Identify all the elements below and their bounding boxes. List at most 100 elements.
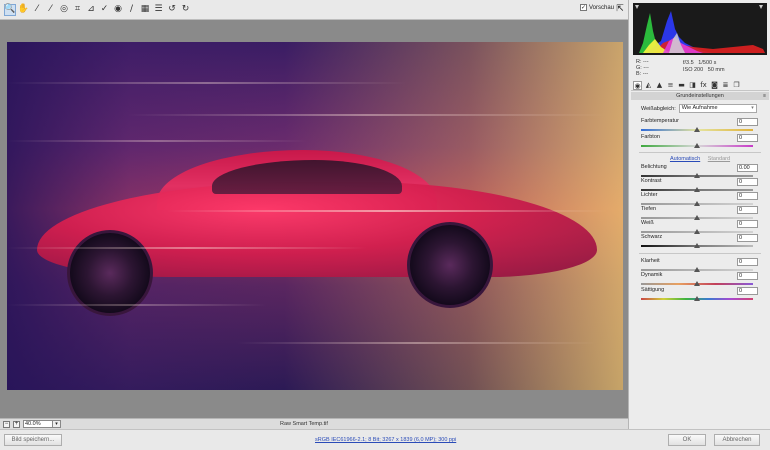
slider-label: Sättigung bbox=[641, 287, 665, 293]
slider-saturation[interactable]: Sättigung 0 bbox=[641, 287, 758, 304]
slider-value[interactable]: 0 bbox=[737, 272, 758, 280]
camera-info: f/3.5 1/500 s ISO 200 50 mm bbox=[683, 60, 725, 74]
slider-knob[interactable] bbox=[694, 243, 700, 248]
slider-value[interactable]: 0 bbox=[737, 234, 758, 242]
preview-checkbox[interactable]: ✓ bbox=[580, 4, 587, 11]
standard-link[interactable]: Standard bbox=[708, 156, 730, 162]
panel-tab-icon[interactable]: ◉ bbox=[633, 80, 642, 90]
straighten-tool-icon[interactable]: ⊿ bbox=[85, 4, 97, 16]
panel-menu-icon[interactable]: ≡ bbox=[763, 92, 766, 100]
front-wheel bbox=[407, 222, 493, 308]
preview-toggle[interactable]: ✓ Vorschau bbox=[580, 4, 614, 11]
slider-value[interactable]: 0 bbox=[737, 287, 758, 295]
b-label: B: bbox=[636, 71, 642, 77]
light-streak bbox=[7, 247, 367, 249]
toolbar: 🔍 ✋ ⁄ ⁄ ◎ ⌗ ⊿ ✓ ◉ ∕ ▦ ☰ ↺ ↻ ✓ Vorschau ⇱ bbox=[0, 0, 628, 20]
panel-tab-icon[interactable]: ❐ bbox=[732, 81, 741, 90]
light-streak bbox=[167, 210, 607, 212]
panel-tab-icon[interactable]: ▬ bbox=[677, 81, 686, 90]
zoom-level-field[interactable]: 40.0% bbox=[23, 420, 53, 428]
white-balance-tool-icon[interactable]: ⁄ bbox=[31, 4, 43, 16]
slider-temp[interactable]: Farbtemperatur 0 bbox=[641, 118, 758, 135]
red-eye-tool-icon[interactable]: ◉ bbox=[112, 4, 124, 16]
light-streak bbox=[237, 342, 597, 344]
highlight-clipping-icon bbox=[759, 5, 763, 9]
slider-label: Belichtung bbox=[641, 164, 667, 170]
zoom-tool-icon[interactable]: 🔍 bbox=[4, 3, 16, 16]
targeted-adjustment-tool-icon[interactable]: ◎ bbox=[58, 4, 70, 16]
panel-tab-icon[interactable]: ◨ bbox=[688, 81, 697, 90]
file-name: Raw Smart Temp.tif bbox=[280, 421, 328, 427]
panel-tab-icon[interactable]: ▲ bbox=[655, 81, 664, 90]
slider-value[interactable]: 0 bbox=[737, 118, 758, 126]
spot-removal-tool-icon[interactable]: ✓ bbox=[99, 4, 111, 16]
slider-label: Farbton bbox=[641, 134, 660, 140]
white-balance-select[interactable]: Wie Aufnahme ▾ bbox=[678, 104, 757, 113]
white-balance-row: Weißabgleich: Wie Aufnahme ▾ bbox=[641, 104, 757, 113]
slider-knob[interactable] bbox=[694, 296, 700, 301]
section-title: Grundeinstellungen bbox=[676, 93, 724, 99]
slider-knob[interactable] bbox=[694, 143, 700, 148]
section-header: Grundeinstellungen ≡ bbox=[631, 92, 769, 100]
photo-preview[interactable] bbox=[7, 42, 623, 390]
rgb-readout: R: --- G: --- B: --- bbox=[636, 59, 649, 77]
slider-label: Lichter bbox=[641, 192, 658, 198]
zoom-dropdown[interactable]: ▾ bbox=[53, 420, 61, 428]
save-image-button[interactable]: Bild speichern... bbox=[4, 434, 62, 446]
focal-length-value: 50 mm bbox=[707, 67, 725, 73]
panel-tab-icon[interactable]: fx bbox=[699, 81, 708, 90]
zoom-in-button[interactable]: + bbox=[13, 420, 20, 428]
hand-tool-icon[interactable]: ✋ bbox=[18, 4, 30, 16]
slider-label: Weiß bbox=[641, 220, 654, 226]
slider-value[interactable]: 0 bbox=[737, 206, 758, 214]
cancel-button[interactable]: Abbrechen bbox=[714, 434, 760, 446]
footer: Bild speichern... sRGB IEC61966-2.1; 8 B… bbox=[0, 429, 770, 450]
rotate-right-tool-icon[interactable]: ↻ bbox=[180, 4, 192, 16]
slider-value[interactable]: 0 bbox=[737, 134, 758, 142]
adjustment-brush-tool-icon[interactable]: ∕ bbox=[126, 4, 138, 16]
image-canvas[interactable] bbox=[0, 20, 628, 418]
panel-tabs: ◉ ◭ ▲ ≡ ▬ ◨ fx ◙ ≣ ❐ bbox=[631, 80, 769, 91]
histogram bbox=[633, 3, 767, 55]
aperture-value: f/3.5 bbox=[683, 60, 694, 66]
panel-tab-icon[interactable]: ◭ bbox=[644, 81, 653, 90]
slider-knob[interactable] bbox=[694, 127, 700, 132]
rotate-left-tool-icon[interactable]: ↺ bbox=[166, 4, 178, 16]
b-value: --- bbox=[642, 71, 649, 77]
zoom-out-button[interactable]: − bbox=[3, 420, 10, 428]
light-streak bbox=[7, 82, 407, 84]
slider-value[interactable]: 0.00 bbox=[737, 164, 758, 172]
light-streak bbox=[7, 140, 307, 142]
preferences-tool-icon[interactable]: ☰ bbox=[153, 4, 165, 16]
slider-value[interactable]: 0 bbox=[737, 258, 758, 266]
panel-tab-icon[interactable]: ≣ bbox=[721, 81, 730, 90]
slider-label: Dynamik bbox=[641, 272, 663, 278]
workflow-options-link[interactable]: sRGB IEC61966-2.1; 8 Bit; 3267 x 1839 (6… bbox=[315, 437, 456, 443]
slider-value[interactable]: 0 bbox=[737, 192, 758, 200]
slider-tint[interactable]: Farbton 0 bbox=[641, 134, 758, 151]
panel-tab-icon[interactable]: ◙ bbox=[710, 81, 719, 90]
graduated-filter-tool-icon[interactable]: ▦ bbox=[139, 4, 151, 16]
fullscreen-icon[interactable]: ⇱ bbox=[614, 3, 626, 15]
ok-button[interactable]: OK bbox=[668, 434, 706, 446]
auto-link[interactable]: Automatisch bbox=[670, 156, 700, 162]
slider-label: Schwarz bbox=[641, 234, 663, 240]
status-bar: − + 40.0% ▾ Raw Smart Temp.tif bbox=[0, 418, 628, 429]
slider-label: Kontrast bbox=[641, 178, 662, 184]
slider-value[interactable]: 0 bbox=[737, 178, 758, 186]
pixel-info: R: --- G: --- B: --- f/3.5 1/500 s ISO 2… bbox=[633, 57, 767, 77]
divider bbox=[639, 253, 761, 254]
color-sampler-tool-icon[interactable]: ⁄ bbox=[45, 4, 57, 16]
slider-blacks[interactable]: Schwarz 0 bbox=[641, 234, 758, 251]
histogram-graph bbox=[635, 5, 765, 53]
panel-tab-icon[interactable]: ≡ bbox=[666, 81, 675, 90]
slider-knob[interactable] bbox=[694, 281, 700, 286]
tool-strip: 🔍 ✋ ⁄ ⁄ ◎ ⌗ ⊿ ✓ ◉ ∕ ▦ ☰ ↺ ↻ bbox=[4, 3, 193, 16]
slider-value[interactable]: 0 bbox=[737, 220, 758, 228]
chevron-down-icon: ▾ bbox=[751, 105, 754, 111]
shadow-clipping-icon bbox=[635, 5, 639, 9]
slider-label: Tiefen bbox=[641, 206, 657, 212]
light-streak bbox=[7, 304, 267, 306]
crop-tool-icon[interactable]: ⌗ bbox=[72, 4, 84, 16]
iso-value: ISO 200 bbox=[683, 67, 704, 73]
